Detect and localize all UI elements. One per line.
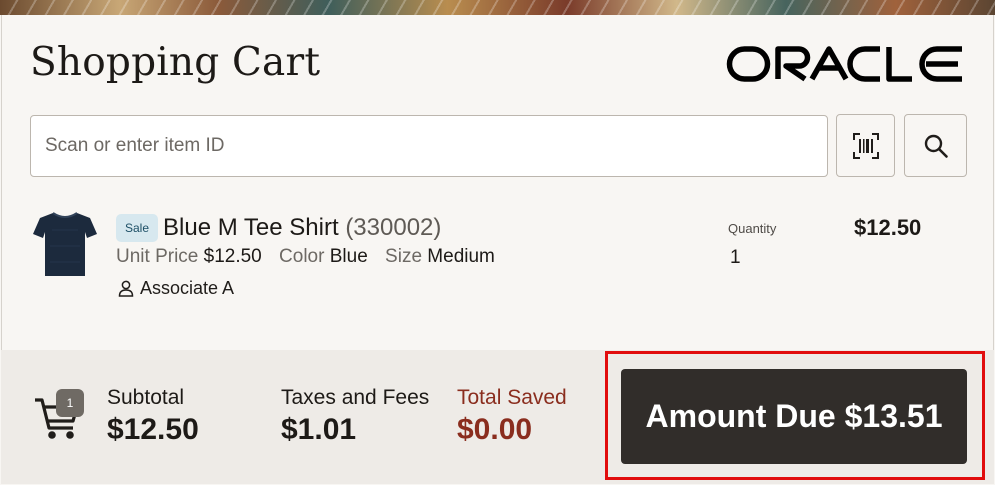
quantity-value[interactable]: 1 — [730, 247, 741, 269]
total-saved-value: $0.00 — [457, 413, 533, 446]
item-title[interactable]: Blue M Tee Shirt (330002) — [163, 214, 441, 242]
unit-price-value: $12.50 — [203, 246, 262, 267]
amount-due-button[interactable]: Amount Due $13.51 — [621, 369, 967, 464]
search-button[interactable] — [904, 114, 967, 177]
page-title: Shopping Cart — [30, 40, 321, 85]
tee-shirt-image — [33, 212, 97, 276]
scan-barcode-button[interactable] — [836, 114, 895, 177]
oracle-logo — [726, 46, 962, 82]
item-name: Blue M Tee Shirt — [163, 214, 339, 241]
item-search-input[interactable] — [31, 116, 827, 176]
subtotal-block: Subtotal $12.50 — [107, 386, 199, 447]
size-value: Medium — [427, 246, 495, 267]
subtotal-label: Subtotal — [107, 386, 185, 409]
associate-info: Associate A — [118, 278, 234, 299]
barcode-icon — [852, 132, 879, 159]
associate-name: Associate A — [140, 278, 235, 298]
decorative-banner — [0, 0, 995, 15]
search-icon — [924, 134, 948, 158]
sale-badge: Sale — [116, 214, 158, 242]
total-saved-block: Total Saved $0.00 — [457, 386, 567, 447]
item-id: (330002) — [345, 214, 442, 241]
taxes-value: $1.01 — [281, 413, 357, 446]
unit-price-label: Unit Price — [116, 246, 199, 267]
taxes-block: Taxes and Fees $1.01 — [281, 386, 429, 447]
total-saved-label: Total Saved — [457, 386, 567, 409]
person-icon — [118, 280, 134, 297]
cart-count-badge: 1 — [56, 389, 84, 417]
color-value: Blue — [329, 246, 368, 267]
quantity-label: Quantity — [728, 221, 777, 236]
item-attributes: Unit Price $12.50 Color Blue Size Medium — [116, 246, 507, 268]
item-search-field[interactable] — [30, 115, 828, 177]
subtotal-value: $12.50 — [107, 413, 199, 446]
color-label: Color — [279, 246, 325, 267]
size-label: Size — [385, 246, 423, 267]
line-total-price: $12.50 — [854, 215, 922, 240]
taxes-label: Taxes and Fees — [281, 386, 430, 409]
